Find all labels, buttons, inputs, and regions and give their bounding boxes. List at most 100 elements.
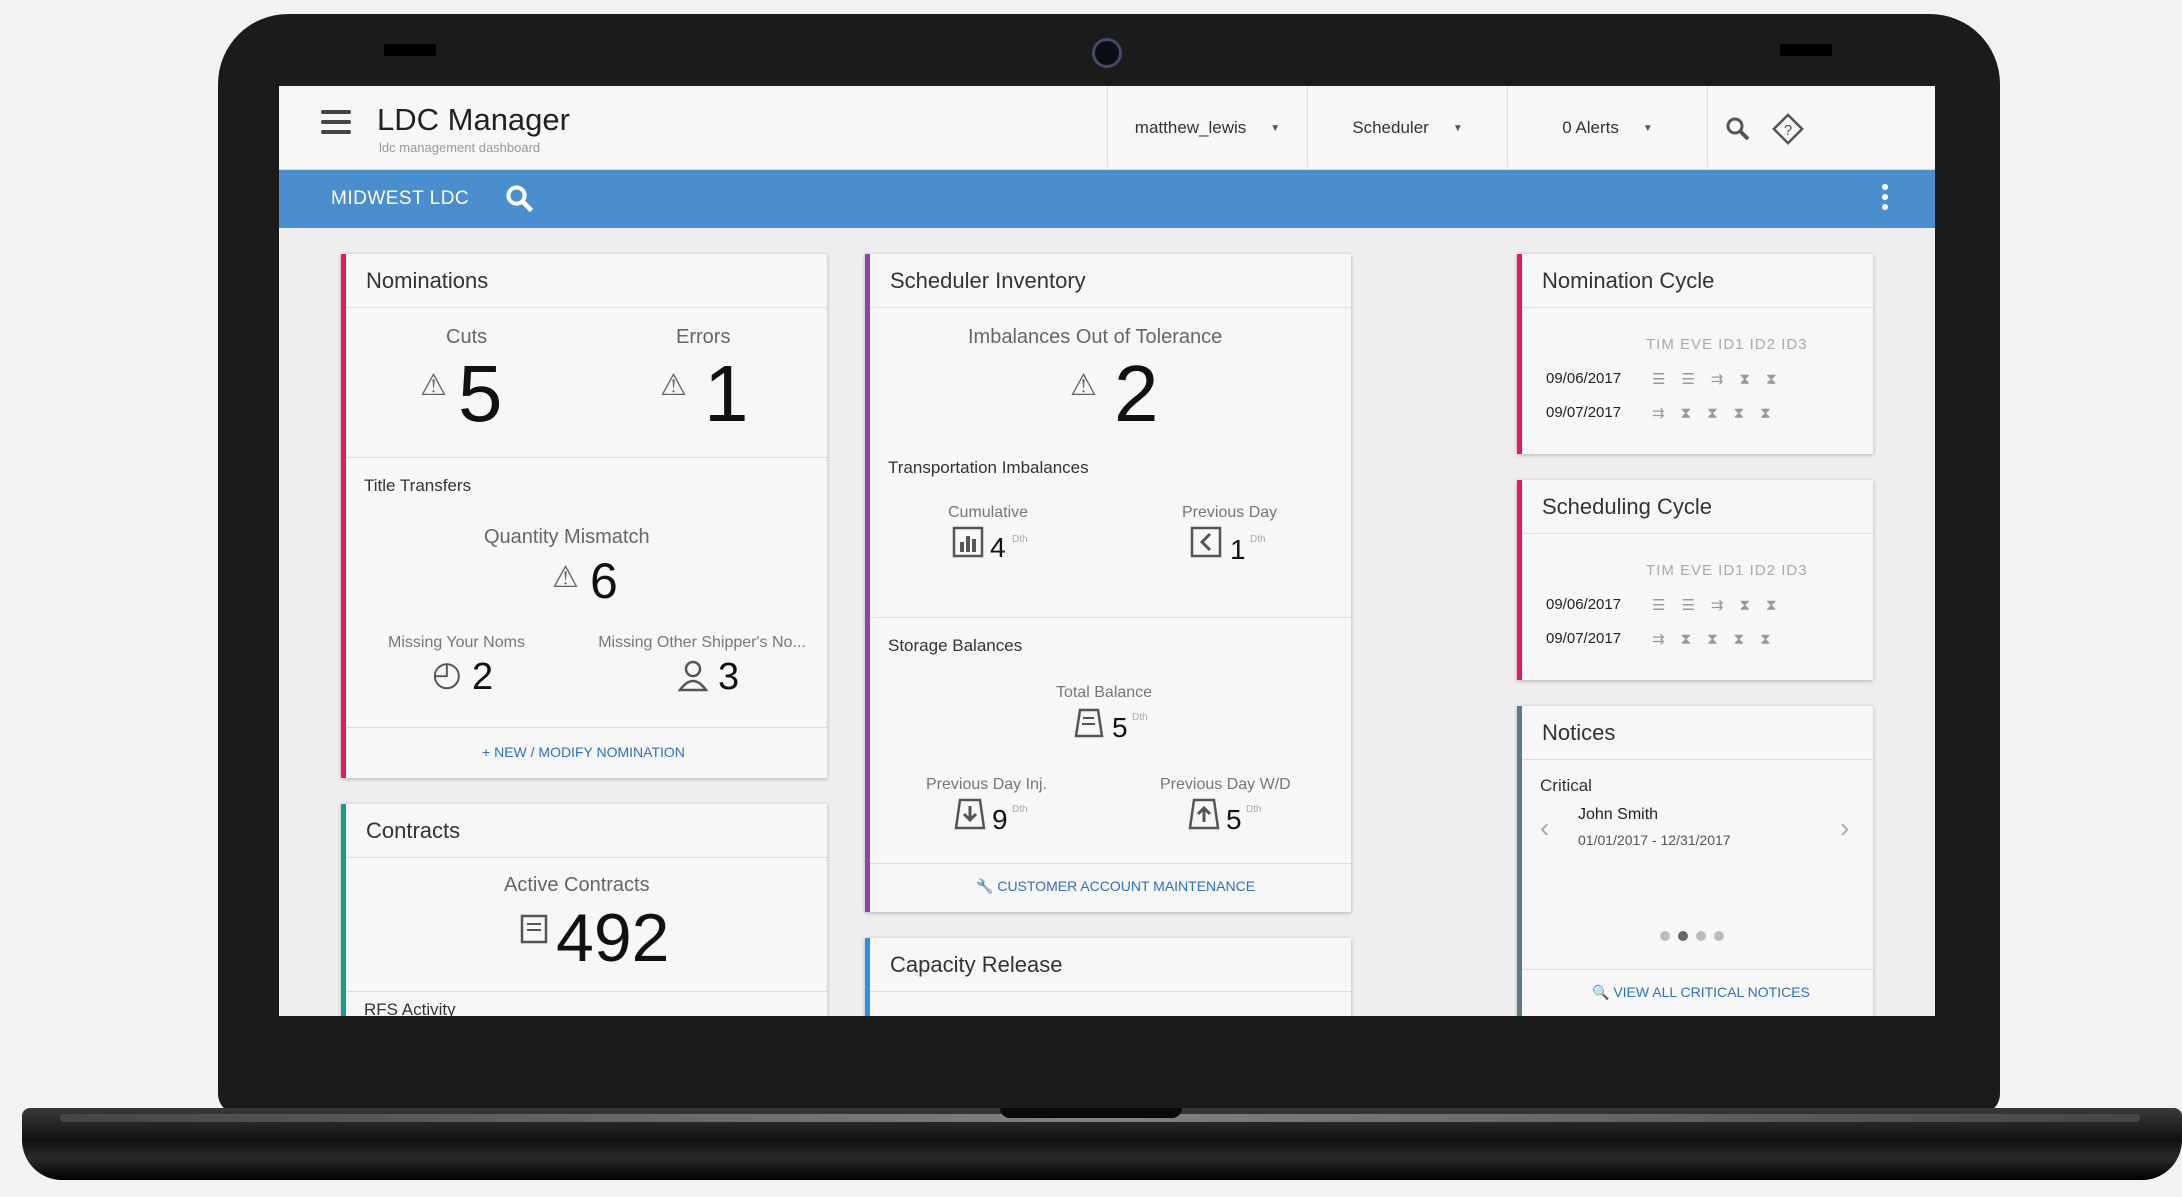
alerts-dropdown[interactable]: 0 Alerts ▼ [1507,86,1707,170]
active-contracts-label: Active Contracts [504,874,650,896]
missing-your-noms-label: Missing Your Noms [388,634,525,651]
card-title: Scheduling Cycle [1522,480,1873,534]
cycle-date: 09/06/2017 [1546,596,1622,613]
unit-label: Dth [1250,534,1266,545]
errors-value[interactable]: 1 [704,354,749,434]
cycle-status-icons: ☰☰⇉⧗⧗ [1652,371,1793,388]
role-dropdown[interactable]: Scheduler ▼ [1307,86,1507,170]
cycle-date: 09/07/2017 [1546,404,1622,421]
title-transfers-section: Title Transfers Quantity Mismatch ⚠ 6 Mi… [346,458,827,728]
notice-name[interactable]: John Smith [1578,806,1658,824]
new-modify-nomination-label: NEW / MODIFY NOMINATION [494,744,685,760]
quantity-mismatch-label: Quantity Mismatch [484,526,650,548]
person-icon [677,660,709,692]
imbalances-label: Imbalances Out of Tolerance [968,326,1223,348]
active-contracts-section: Active Contracts 492 [346,858,827,992]
caret-down-icon: ▼ [1642,122,1653,134]
withdrawal-icon [1188,798,1220,830]
imbalances-section: Imbalances Out of Tolerance ⚠ 2 [870,308,1351,458]
carousel-dots[interactable] [1660,928,1732,946]
cycle-date: 09/06/2017 [1546,370,1622,387]
notice-level: Critical [1540,776,1592,795]
scheduler-inventory-card: Scheduler Inventory Imbalances Out of To… [865,254,1351,912]
app-subtitle: ldc management dashboard [379,140,541,155]
region-search-icon[interactable] [505,184,535,214]
missing-your-noms-value[interactable]: 2 [472,658,493,696]
scheduling-cycle-card: Scheduling Cycle TIM EVE ID1 ID2 ID3 09/… [1517,480,1873,680]
new-modify-nomination-link[interactable]: + NEW / MODIFY NOMINATION [482,744,685,760]
caret-down-icon: ▼ [1452,122,1463,134]
cycle-column-headers: TIM EVE ID1 ID2 ID3 [1646,336,1808,353]
hamburger-menu-icon[interactable] [321,110,351,140]
more-options-icon[interactable] [1882,184,1890,214]
clock-icon: ◴ [432,655,462,693]
previous-day-withdrawal-value[interactable]: 5 [1226,806,1242,834]
laptop-notch [1000,1108,1182,1118]
total-balance-value[interactable]: 5 [1112,714,1128,742]
app-screen: LDC Manager ldc management dashboard mat… [279,86,1935,1016]
card-title: Scheduler Inventory [870,254,1351,308]
notice-dates: 01/01/2017 - 12/31/2017 [1578,832,1731,848]
cuts-label: Cuts [446,326,488,348]
search-icon[interactable] [1725,116,1751,142]
previous-day-label: Previous Day [1182,504,1278,521]
region-bar: MIDWEST LDC [279,170,1935,228]
unit-label: Dth [1132,712,1148,723]
chevron-right-icon[interactable]: › [1840,812,1849,844]
previous-day-withdrawal-label: Previous Day W/D [1160,776,1291,793]
notice-carousel: Critical ‹ John Smith 01/01/2017 - 12/31… [1522,760,1873,970]
contracts-card: Contracts Active Contracts 492 RFS Activ… [341,804,827,1016]
nomination-cycle-card: Nomination Cycle TIM EVE ID1 ID2 ID3 09/… [1517,254,1873,454]
unit-label: Dth [1012,534,1028,545]
customer-account-maintenance-label: CUSTOMER ACCOUNT MAINTENANCE [997,878,1256,894]
imbalances-value[interactable]: 2 [1114,354,1159,434]
nominations-footer: + NEW / MODIFY NOMINATION [346,728,827,776]
warning-icon: ⚠ [1070,369,1097,402]
card-title: Contracts [346,804,827,858]
card-title: Nomination Cycle [1522,254,1873,308]
missing-other-shipper-label: Missing Other Shipper's No... [598,634,806,651]
storage-balances-heading: Storage Balances [888,636,1023,655]
card-title: Notices [1522,706,1873,760]
cycle-status-icons: ☰☰⇉⧗⧗ [1652,597,1793,614]
help-diamond-icon[interactable]: ? [1771,112,1805,146]
nominations-card: Nominations Cuts ⚠ 5 Errors ⚠ 1 Title Tr… [341,254,827,778]
card-title: Capacity Release [870,938,1351,992]
app-header: LDC Manager ldc management dashboard mat… [279,86,1935,170]
bar-chart-icon [952,526,984,558]
caret-down-icon: ▼ [1270,122,1281,134]
injection-icon [954,798,986,830]
total-balance-label: Total Balance [1056,684,1153,701]
warning-icon: ⚠ [420,369,447,402]
chevron-left-icon[interactable]: ‹ [1540,812,1549,844]
active-contracts-value[interactable]: 492 [556,904,669,972]
view-all-critical-notices-label: VIEW ALL CRITICAL NOTICES [1613,984,1810,1000]
alerts-label: 0 Alerts [1562,118,1619,137]
cycle-column-headers: TIM EVE ID1 ID2 ID3 [1646,562,1808,579]
cycle-status-icons: ⇉⧗⧗⧗⧗ [1652,405,1787,422]
user-dropdown[interactable]: matthew_lewis ▼ [1107,86,1307,170]
role-label: Scheduler [1352,118,1429,137]
scheduler-inventory-footer: 🔧 CUSTOMER ACCOUNT MAINTENANCE [870,864,1351,912]
webcam-icon [1092,38,1122,68]
cycle-date: 09/07/2017 [1546,630,1622,647]
cuts-errors-section: Cuts ⚠ 5 Errors ⚠ 1 [346,308,827,458]
transportation-imbalances-heading: Transportation Imbalances [888,458,1089,477]
storage-balances-section: Storage Balances Total Balance 5 Dth Pre… [870,618,1351,864]
cuts-value[interactable]: 5 [458,354,503,434]
arrow-in-box-icon [1190,526,1222,558]
cumulative-value[interactable]: 4 [990,534,1006,562]
notices-footer: 🔍 VIEW ALL CRITICAL NOTICES [1522,970,1873,1016]
previous-day-injection-value[interactable]: 9 [992,806,1008,834]
customer-account-maintenance-link[interactable]: 🔧 CUSTOMER ACCOUNT MAINTENANCE [976,878,1255,895]
missing-other-shipper-value[interactable]: 3 [718,658,739,696]
capacity-release-card: Capacity Release [865,938,1351,1016]
errors-label: Errors [676,326,731,348]
quantity-mismatch-value[interactable]: 6 [590,556,618,606]
warning-icon: ⚠ [552,561,579,594]
view-all-critical-notices-link[interactable]: 🔍 VIEW ALL CRITICAL NOTICES [1592,984,1810,1001]
app-title: LDC Manager [377,102,570,137]
previous-day-injection-label: Previous Day Inj. [926,776,1047,793]
region-label[interactable]: MIDWEST LDC [331,188,469,210]
previous-day-value[interactable]: 1 [1230,536,1246,564]
